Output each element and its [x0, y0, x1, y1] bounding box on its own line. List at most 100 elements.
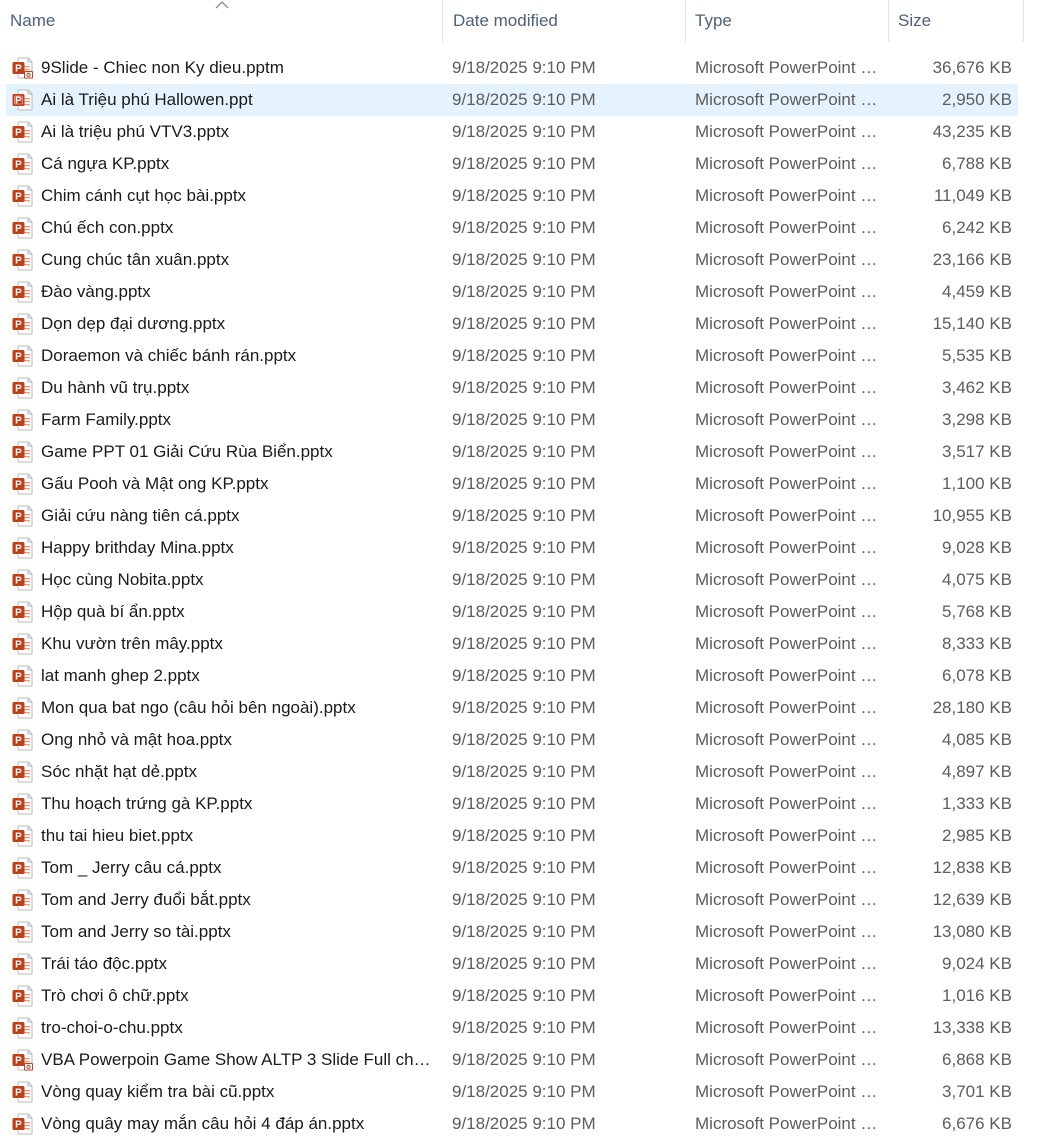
file-row[interactable]: P Vòng quay kiểm tra bài cũ.pptx 9/18/2025… [0, 1076, 1061, 1108]
column-header-type[interactable]: Type [686, 0, 888, 42]
file-row[interactable]: Plat manh ghep 2.pptx 9/18/2025 9:10 PM Mi… [0, 660, 1061, 692]
svg-text:P: P [15, 576, 22, 587]
column-header-type-label: Type [695, 11, 732, 30]
file-type: Microsoft PowerPoint Presentation [695, 890, 881, 909]
file-type: Microsoft PowerPoint Presentation [695, 282, 881, 301]
file-name: Chim cánh cụt học bài.pptx [41, 186, 247, 205]
file-row[interactable]: P Học cùng Nobita.pptx 9/18/2025 9:10 PM Mi… [0, 564, 1061, 596]
file-row[interactable]: P Hộp quà bí ẩn.pptx 9/18/2025 9:10 PM Micr… [0, 596, 1061, 628]
file-row[interactable]: P Farm Family.pptx 9/18/2025 9:10 PM Micros… [0, 404, 1061, 436]
file-row[interactable]: P Tom _ Jerry câu cá.pptx 9/18/2025 9:10 P… [0, 852, 1061, 884]
file-date-modified: 9/18/2025 9:10 PM [452, 506, 596, 525]
file-size: 4,459 KB [942, 282, 1012, 301]
file-row[interactable]: P Chim cánh cụt học bài.pptx 9/18/2025 9:1… [0, 180, 1061, 212]
svg-text:P: P [15, 96, 22, 107]
file-row[interactable]: P Ai là triệu phú VTV3.pptx 9/18/2025 9:10… [0, 116, 1061, 148]
file-row[interactable]: P Du hành vũ trụ.pptx 9/18/2025 9:10 PM Mic… [0, 372, 1061, 404]
file-row[interactable]: P Khu vườn trên mây.pptx 9/18/2025 9:10 PM… [0, 628, 1061, 660]
file-row[interactable]: P Tom and Jerry đuổi bắt.pptx 9/18/2025 9:… [0, 884, 1061, 916]
svg-text:P: P [15, 64, 22, 75]
file-row[interactable]: Ptro-choi-o-chu.pptx 9/18/2025 9:10 PM Mic… [0, 1012, 1061, 1044]
file-row[interactable]: P 9Slide - Chiec non Ky dieu.pptm 9/18/202… [0, 52, 1061, 84]
file-date-modified: 9/18/2025 9:10 PM [452, 186, 596, 205]
column-header-date-label: Date modified [453, 11, 558, 30]
file-name: Tom _ Jerry câu cá.pptx [41, 858, 222, 877]
file-row[interactable]: P Cung chúc tân xuân.pptx 9/18/2025 9:10 P… [0, 244, 1061, 276]
file-row[interactable]: P Trái táo độc.pptx 9/18/2025 9:10 PM Micro… [0, 948, 1061, 980]
file-row[interactable]: P Trò chơi ô chữ.pptx 9/18/2025 9:10 PM Mic… [0, 980, 1061, 1012]
file-size: 9,028 KB [942, 538, 1012, 557]
file-date-modified: 9/18/2025 9:10 PM [452, 826, 596, 845]
file-row[interactable]: P Giải cứu nàng tiên cá.pptx 9/18/2025 9:1… [0, 500, 1061, 532]
svg-text:P: P [15, 1088, 22, 1099]
pptx-file-icon: P [12, 793, 34, 815]
column-header-bar: Name Date modified Type Size [0, 0, 1061, 42]
file-type: Microsoft PowerPoint Presentation [695, 1018, 881, 1037]
svg-text:P: P [15, 224, 22, 235]
file-size: 4,897 KB [942, 762, 1012, 781]
file-date-modified: 9/18/2025 9:10 PM [452, 282, 596, 301]
file-size: 23,166 KB [932, 250, 1012, 269]
file-type: Microsoft PowerPoint Presentation [695, 442, 881, 461]
pptx-file-icon: P [12, 281, 34, 303]
file-row[interactable]: P Gấu Pooh và Mật ong KP.pptx 9/18/2025 9:… [0, 468, 1061, 500]
svg-text:P: P [15, 128, 22, 139]
pptm-file-icon: P [12, 57, 34, 79]
file-row[interactable]: P Tom and Jerry so tài.pptx 9/18/2025 9:10… [0, 916, 1061, 948]
column-header-size[interactable]: Size [889, 0, 1023, 42]
file-row[interactable]: P Doraemon và chiếc bánh rán.pptx 9/18/202… [0, 340, 1061, 372]
pptx-file-icon: P [12, 697, 34, 719]
file-name: Tom and Jerry đuổi bắt.pptx [41, 890, 251, 909]
column-header-date-modified[interactable]: Date modified [443, 0, 685, 42]
file-row[interactable]: P Dọn dẹp đại dương.pptx 9/18/2025 9:10 PM… [0, 308, 1061, 340]
pptx-file-icon: P [12, 441, 34, 463]
file-size: 12,639 KB [932, 890, 1012, 909]
file-row[interactable]: P Chú ếch con.pptx 9/18/2025 9:10 PM Micros… [0, 212, 1061, 244]
pptx-file-icon: P [12, 121, 34, 143]
file-name: Trò chơi ô chữ.pptx [41, 986, 189, 1005]
file-size: 4,075 KB [942, 570, 1012, 589]
file-date-modified: 9/18/2025 9:10 PM [452, 250, 596, 269]
file-type: Microsoft PowerPoint 97-2003 Presentatio… [695, 90, 881, 109]
file-type: Microsoft PowerPoint Presentation [695, 730, 881, 749]
file-row[interactable]: P Mon qua bat ngo (câu hỏi bên ngoài).ppt… [0, 692, 1061, 724]
file-name: VBA Powerpoin Game Show ALTP 3 Slide Ful… [41, 1050, 437, 1069]
pptx-file-icon: P [12, 889, 34, 911]
file-size: 12,838 KB [932, 858, 1012, 877]
file-row[interactable]: P Ong nhỏ và mật hoa.pptx 9/18/2025 9:10 P… [0, 724, 1061, 756]
file-row[interactable]: Pthu tai hieu biet.pptx 9/18/2025 9:10 PM… [0, 820, 1061, 852]
pptx-file-icon: P [12, 377, 34, 399]
file-row[interactable]: P Vòng quây may mắn câu hỏi 4 đáp án.pptx… [0, 1108, 1061, 1140]
file-row[interactable]: P Thu hoạch trứng gà KP.pptx 9/18/2025 9:1… [0, 788, 1061, 820]
file-row[interactable]: P Đào vàng.pptx 9/18/2025 9:10 PM Microsoft… [0, 276, 1061, 308]
file-row[interactable]: P Game PPT 01 Giải Cứu Rùa Biển.pptx 9/18/… [0, 436, 1061, 468]
column-header-size-label: Size [898, 11, 932, 30]
file-row[interactable]: P Sóc nhặt hạt dẻ.pptx 9/18/2025 9:10 PM Mi… [0, 756, 1061, 788]
file-type: Microsoft PowerPoint Presentation [695, 762, 881, 781]
pptx-file-icon: P [12, 1081, 34, 1103]
pptx-file-icon: P [12, 249, 34, 271]
file-size: 3,462 KB [942, 378, 1012, 397]
file-row[interactable]: P Happy brithday Mina.pptx 9/18/2025 9:10 … [0, 532, 1061, 564]
svg-text:P: P [15, 544, 22, 555]
file-date-modified: 9/18/2025 9:10 PM [452, 890, 596, 909]
file-size: 5,535 KB [942, 346, 1012, 365]
file-type: Microsoft PowerPoint Presentation [695, 986, 881, 1005]
file-size: 1,016 KB [942, 986, 1012, 1005]
file-date-modified: 9/18/2025 9:10 PM [452, 474, 596, 493]
file-row[interactable]: P VBA Powerpoin Game Show ALTP 3 Slide Fu… [0, 1044, 1061, 1076]
file-name: Mon qua bat ngo (câu hỏi bên ngoài).pptx [41, 698, 356, 717]
pptx-file-icon: P [12, 985, 34, 1007]
file-row[interactable]: P Cá ngựa KP.pptx 9/18/2025 9:10 PM Microso… [0, 148, 1061, 180]
pptx-file-icon: P [12, 153, 34, 175]
pptx-file-icon: P [12, 729, 34, 751]
file-size: 43,235 KB [932, 122, 1012, 141]
file-type: Microsoft PowerPoint Presentation [695, 1082, 881, 1101]
column-divider-size[interactable] [1023, 0, 1024, 42]
file-type: Microsoft PowerPoint Presentation [695, 666, 881, 685]
file-type: Microsoft PowerPoint Presentation [695, 314, 881, 333]
file-row[interactable]: P Ai là Triệu phú Hallowen.ppt 9/18/2025 9… [0, 84, 1061, 116]
file-date-modified: 9/18/2025 9:10 PM [452, 1018, 596, 1037]
file-list: P 9Slide - Chiec non Ky dieu.pptm 9/18/202… [0, 52, 1061, 1140]
file-type: Microsoft PowerPoint Presentation [695, 154, 881, 173]
